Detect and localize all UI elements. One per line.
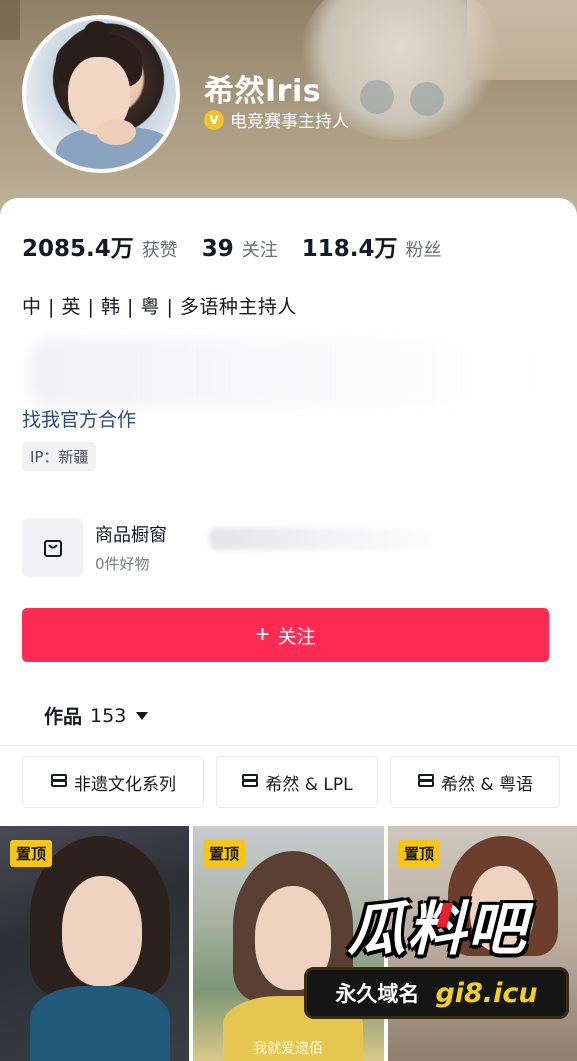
follow-button[interactable]: + 关注 [22,608,549,662]
watermark-domain-bar: 永久域名 gi8.icu [304,967,569,1019]
stats-row: 2085.4万 获赞 39 关注 118.4万 粉丝 [22,229,466,263]
bio-text: 中 | 英 | 韩 | 粤 | 多语种主持人 [22,296,297,318]
stat-value: 2085.4万 [22,236,134,262]
stat-value: 118.4万 [301,236,398,262]
stat-likes[interactable]: 2085.4万 获赞 [22,229,178,263]
video-caption: 我就爱遗佰 [253,1041,323,1057]
shop-title: 商品橱窗 [95,525,167,546]
tab-works[interactable]: 作品 153 [44,702,149,729]
caret-down-icon [136,711,149,720]
collection-stack-icon [50,774,68,790]
works-label: 作品 [44,706,83,728]
collection-stack-icon [241,774,259,790]
collection-chip[interactable]: 希然 & LPL [216,756,378,808]
collection-label: 希然 & LPL [265,774,353,795]
stat-followers[interactable]: 118.4万 粉丝 [302,229,442,263]
cooperation-link[interactable]: 找我官方合作 [22,405,136,432]
plus-icon: + [255,621,270,648]
follow-button-label: 关注 [277,626,316,648]
verification-badge: V 电竞赛事主持人 [204,107,349,132]
avatar-hand [96,119,136,145]
thumb-face [62,876,142,986]
avatar[interactable] [22,15,180,173]
stat-label: 关注 [241,240,278,261]
collection-label: 希然 & 粤语 [440,774,534,795]
video-thumbnail[interactable]: 置顶 [0,826,189,1061]
collection-stack-icon [417,774,435,790]
stat-label: 获赞 [141,240,178,261]
divider [0,745,577,746]
collection-label: 非遗文化系列 [74,774,176,795]
pinned-badge: 置顶 [10,840,53,867]
plush-eye [410,82,444,116]
watermark-domain-label: 永久域名 [335,982,420,1006]
plush-eye [360,80,394,114]
watermark: 瓜料吧 永久域名 gi8.icu [304,885,569,1025]
verification-text: 电竞赛事主持人 [230,112,349,132]
pinned-badge: 置顶 [203,840,246,867]
shop-text: 商品橱窗 0件好物 [95,521,167,574]
ip-location-tag: IP：新疆 [22,442,97,471]
shopping-bag-icon [43,539,62,557]
collection-chip[interactable]: 希然 & 粤语 [390,756,560,808]
nickname: 希然Iris [204,74,322,109]
avatar-hair-bun [84,21,110,43]
works-count: 153 [90,704,127,727]
verified-icon: V [204,109,224,130]
thumb-shirt [30,986,170,1061]
shop-subtitle: 0件好物 [95,555,150,573]
pinned-badge: 置顶 [398,840,441,867]
shop-icon-box [22,518,83,577]
watermark-domain: gi8.icu [435,977,538,1009]
stat-value: 39 [201,236,234,262]
blurred-region [210,528,450,550]
shop-window-entry[interactable]: 商品橱窗 0件好物 [22,518,167,577]
cover-window [467,0,577,80]
collection-chip[interactable]: 非遗文化系列 [22,756,204,808]
blurred-region [30,338,550,408]
cover-decoration [0,0,20,40]
collections-row: 非遗文化系列 希然 & LPL 希然 & 粤语 [0,756,577,808]
stat-label: 粉丝 [405,240,442,261]
stat-following[interactable]: 39 关注 [202,236,278,262]
